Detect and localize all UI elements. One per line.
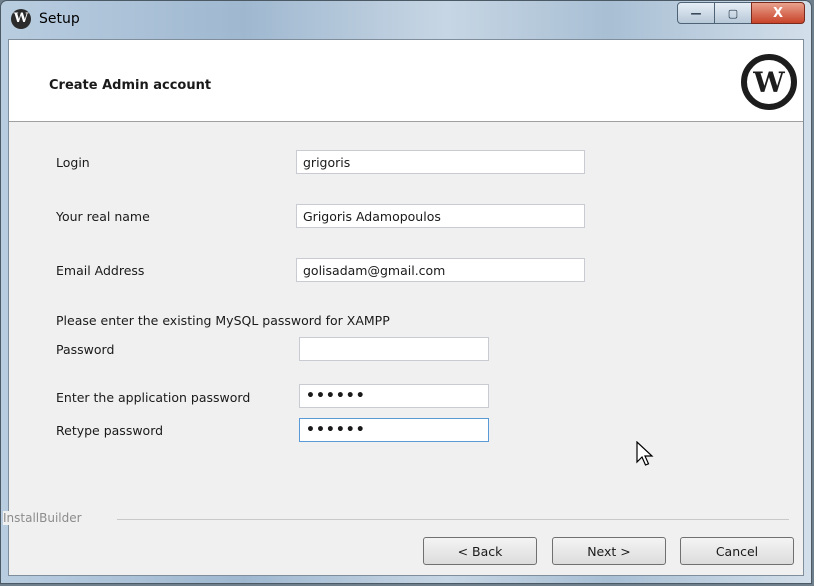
mysql-password-label: Password — [56, 342, 115, 357]
mysql-note: Please enter the existing MySQL password… — [56, 313, 390, 328]
real-name-label: Your real name — [56, 209, 150, 224]
dialog-body: Create Admin account W Login grigoris Yo… — [3, 39, 804, 576]
email-input[interactable]: golisadam@gmail.com — [296, 258, 585, 282]
wordpress-icon: W — [11, 9, 31, 29]
real-name-input[interactable]: Grigoris Adamopoulos — [296, 204, 585, 228]
wordpress-logo-mark: W — [744, 57, 794, 107]
back-button[interactable]: < Back — [423, 537, 537, 565]
footer-divider — [117, 519, 789, 520]
maximize-button[interactable]: ▢ — [714, 2, 752, 24]
next-button[interactable]: Next > — [552, 537, 666, 565]
wordpress-logo: W — [741, 54, 797, 110]
cancel-button[interactable]: Cancel — [680, 537, 794, 565]
app-password-label: Enter the application password — [56, 390, 251, 405]
app-password-input[interactable]: •••••• — [299, 384, 489, 408]
minimize-button[interactable]: — — [677, 2, 715, 24]
window-controls: — ▢ X — [677, 2, 805, 24]
close-button[interactable]: X — [751, 2, 805, 24]
email-label: Email Address — [56, 263, 145, 278]
mouse-cursor-icon — [636, 441, 654, 466]
mysql-password-input[interactable] — [299, 337, 489, 361]
installbuilder-brand: InstallBuilder — [3, 511, 86, 525]
window-title: Setup — [39, 11, 80, 27]
page-header: Create Admin account W — [9, 40, 803, 122]
setup-window: W Setup — ▢ X Create Admin account W Log… — [0, 0, 812, 584]
login-label: Login — [56, 155, 90, 170]
title-bar[interactable]: W Setup — ▢ X — [1, 1, 811, 39]
retype-password-input[interactable]: •••••• — [299, 418, 489, 442]
retype-password-label: Retype password — [56, 423, 164, 438]
page-title: Create Admin account — [49, 78, 212, 93]
login-input[interactable]: grigoris — [296, 150, 585, 174]
